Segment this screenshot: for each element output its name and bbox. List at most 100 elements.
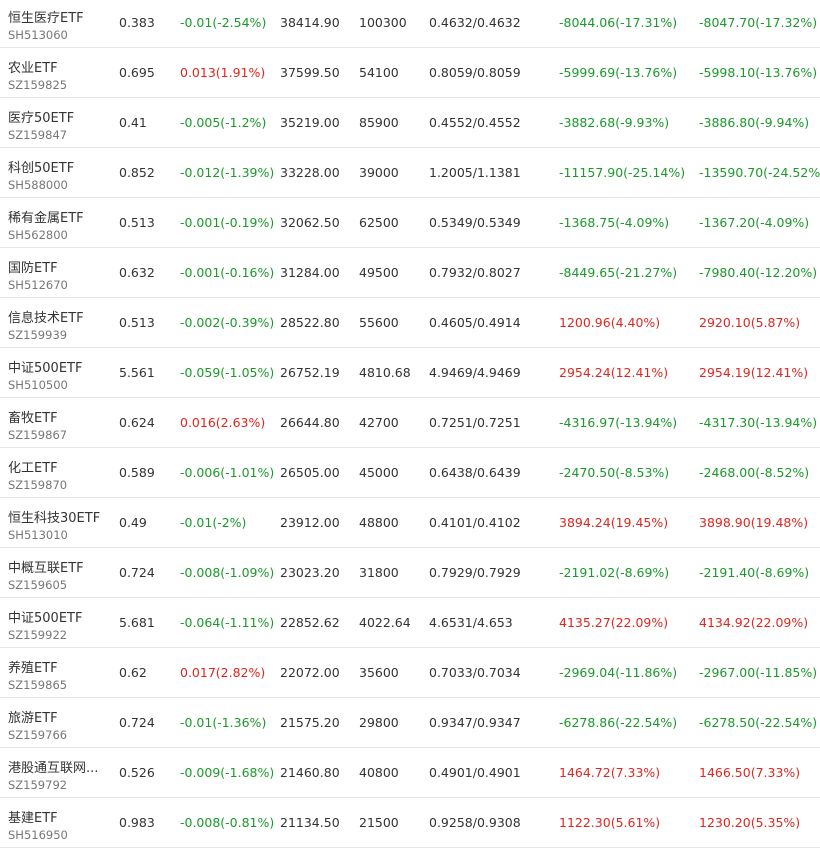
current-price: 0.724 [119, 715, 155, 730]
table-row[interactable]: 中证500ETF SH510500 5.561 -0.059(-1.05%) 2… [0, 348, 820, 398]
current-price: 0.632 [119, 265, 155, 280]
daily-change: -0.001(-0.16%) [180, 265, 275, 280]
table-row[interactable]: 稀有金属ETF SH562800 0.513 -0.001(-0.19%) 32… [0, 198, 820, 248]
daily-change: -0.064(-1.11%) [180, 615, 275, 630]
holding-profit-loss: -2191.02(-8.69%) [559, 565, 670, 580]
table-row[interactable]: 国防ETF SH512670 0.632 -0.001(-0.16%) 3128… [0, 248, 820, 298]
daily-change: -0.008(-1.09%) [180, 565, 275, 580]
table-row[interactable]: 恒生医疗ETF SH513060 0.383 -0.01(-2.54%) 384… [0, 0, 820, 48]
market-value: 32062.50 [280, 215, 340, 230]
fund-name-link[interactable]: 农业ETF [8, 57, 112, 76]
table-row[interactable]: 农业ETF SZ159825 0.695 0.013(1.91%) 37599.… [0, 48, 820, 98]
fund-code: SZ159922 [8, 628, 68, 642]
market-value: 23023.20 [280, 565, 340, 580]
current-price: 0.62 [119, 665, 147, 680]
market-value: 21134.50 [280, 815, 340, 830]
cost-price: 0.6438/0.6439 [429, 465, 521, 480]
current-price: 0.526 [119, 765, 155, 780]
daily-change: 0.016(2.63%) [180, 415, 266, 430]
current-price: 0.983 [119, 815, 155, 830]
table-row[interactable]: 恒生科技30ETF SH513010 0.49 -0.01(-2%) 23912… [0, 498, 820, 548]
fund-name-link[interactable]: 国防ETF [8, 257, 112, 276]
fund-name-cell: 科创50ETF SH588000 [8, 148, 112, 197]
holding-profit-loss: 1122.30(5.61%) [559, 815, 661, 830]
holding-profit-loss: 2954.24(12.41%) [559, 365, 669, 380]
share-count: 39000 [359, 165, 399, 180]
fund-name-link[interactable]: 化工ETF [8, 457, 112, 476]
table-row[interactable]: 中概互联ETF SZ159605 0.724 -0.008(-1.09%) 23… [0, 548, 820, 598]
market-value: 26752.19 [280, 365, 340, 380]
fund-name-link[interactable]: 信息技术ETF [8, 307, 112, 326]
fund-code: SH588000 [8, 178, 68, 192]
fund-name-link[interactable]: 中证500ETF [8, 607, 112, 626]
fund-name-link[interactable]: 中证500ETF [8, 357, 112, 376]
share-count: 35600 [359, 665, 399, 680]
fund-name-link[interactable]: 畜牧ETF [8, 407, 112, 426]
current-price: 0.724 [119, 565, 155, 580]
current-price: 5.561 [119, 365, 155, 380]
market-value: 22852.62 [280, 615, 340, 630]
fund-name-link[interactable]: 港股通互联网... [8, 757, 112, 776]
holding-profit-loss: -3882.68(-9.93%) [559, 115, 670, 130]
share-count: 4022.64 [359, 615, 411, 630]
holding-profit-loss: -6278.86(-22.54%) [559, 715, 678, 730]
current-price: 0.383 [119, 15, 155, 30]
fund-name-cell: 医疗50ETF SZ159847 [8, 98, 112, 147]
market-value: 26505.00 [280, 465, 340, 480]
fund-code: SH510500 [8, 378, 68, 392]
market-value: 23912.00 [280, 515, 340, 530]
fund-name-cell: 恒生科技30ETF SH513010 [8, 498, 112, 547]
market-value: 37599.50 [280, 65, 340, 80]
fund-code: SH512670 [8, 278, 68, 292]
table-row[interactable]: 医疗50ETF SZ159847 0.41 -0.005(-1.2%) 3521… [0, 98, 820, 148]
total-profit-loss: 4134.92(22.09%) [699, 615, 809, 630]
cost-price: 0.7033/0.7034 [429, 665, 521, 680]
table-row[interactable]: 科创50ETF SH588000 0.852 -0.012(-1.39%) 33… [0, 148, 820, 198]
holding-profit-loss: -2969.04(-11.86%) [559, 665, 678, 680]
table-row[interactable]: 旅游ETF SZ159766 0.724 -0.01(-1.36%) 21575… [0, 698, 820, 748]
fund-name-cell: 中证500ETF SH510500 [8, 348, 112, 397]
fund-name-link[interactable]: 基建ETF [8, 807, 112, 826]
table-row[interactable]: 港股通互联网... SZ159792 0.526 -0.009(-1.68%) … [0, 748, 820, 798]
share-count: 21500 [359, 815, 399, 830]
current-price: 0.624 [119, 415, 155, 430]
daily-change: 0.013(1.91%) [180, 65, 266, 80]
total-profit-loss: -2967.00(-11.85%) [699, 665, 818, 680]
fund-name-link[interactable]: 稀有金属ETF [8, 207, 112, 226]
fund-name-link[interactable]: 恒生医疗ETF [8, 7, 112, 26]
table-row[interactable]: 信息技术ETF SZ159939 0.513 -0.002(-0.39%) 28… [0, 298, 820, 348]
holdings-table: 恒生医疗ETF SH513060 0.383 -0.01(-2.54%) 384… [0, 0, 820, 848]
cost-price: 0.4101/0.4102 [429, 515, 521, 530]
fund-code: SH513010 [8, 528, 68, 542]
fund-name-link[interactable]: 养殖ETF [8, 657, 112, 676]
fund-name-cell: 中概互联ETF SZ159605 [8, 548, 112, 597]
total-profit-loss: -4317.30(-13.94%) [699, 415, 818, 430]
cost-price: 0.7929/0.7929 [429, 565, 521, 580]
current-price: 0.589 [119, 465, 155, 480]
table-row[interactable]: 基建ETF SH516950 0.983 -0.008(-0.81%) 2113… [0, 798, 820, 848]
fund-name-link[interactable]: 中概互联ETF [8, 557, 112, 576]
fund-code: SH513060 [8, 28, 68, 42]
daily-change: -0.005(-1.2%) [180, 115, 267, 130]
fund-name-cell: 信息技术ETF SZ159939 [8, 298, 112, 347]
table-row[interactable]: 化工ETF SZ159870 0.589 -0.006(-1.01%) 2650… [0, 448, 820, 498]
fund-name-link[interactable]: 旅游ETF [8, 707, 112, 726]
fund-name-cell: 基建ETF SH516950 [8, 798, 112, 847]
holding-profit-loss: 3894.24(19.45%) [559, 515, 669, 530]
table-row[interactable]: 中证500ETF SZ159922 5.681 -0.064(-1.11%) 2… [0, 598, 820, 648]
fund-name-link[interactable]: 医疗50ETF [8, 107, 112, 126]
fund-name-link[interactable]: 恒生科技30ETF [8, 507, 112, 526]
holding-profit-loss: 1200.96(4.40%) [559, 315, 661, 330]
table-row[interactable]: 畜牧ETF SZ159867 0.624 0.016(2.63%) 26644.… [0, 398, 820, 448]
fund-name-cell: 港股通互联网... SZ159792 [8, 748, 112, 797]
daily-change: -0.001(-0.19%) [180, 215, 275, 230]
table-row[interactable]: 养殖ETF SZ159865 0.62 0.017(2.82%) 22072.0… [0, 648, 820, 698]
cost-price: 0.5349/0.5349 [429, 215, 521, 230]
fund-code: SZ159939 [8, 328, 68, 342]
fund-name-link[interactable]: 科创50ETF [8, 157, 112, 176]
market-value: 38414.90 [280, 15, 340, 30]
total-profit-loss: -3886.80(-9.94%) [699, 115, 810, 130]
share-count: 100300 [359, 15, 407, 30]
current-price: 5.681 [119, 615, 155, 630]
market-value: 22072.00 [280, 665, 340, 680]
